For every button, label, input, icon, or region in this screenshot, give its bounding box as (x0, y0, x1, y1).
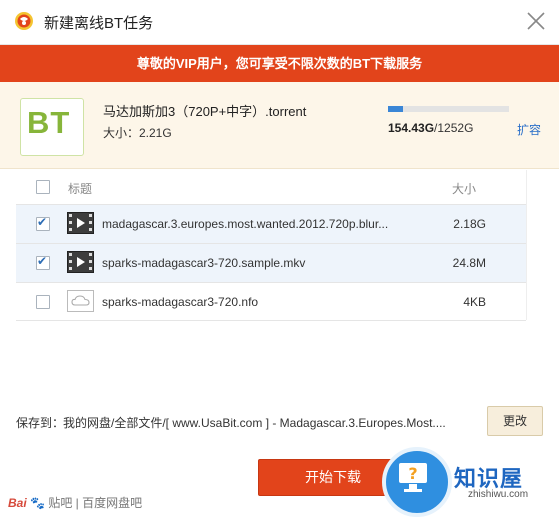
column-header-size: 大小 (452, 182, 477, 196)
file-checkbox[interactable] (36, 215, 50, 231)
question-monitor-icon: ? (382, 447, 452, 517)
file-size: 2.18G (453, 217, 486, 231)
select-all-checkbox[interactable] (36, 180, 50, 194)
file-row[interactable]: sparks-madagascar3-720.sample.mkv 24.8M (16, 243, 526, 282)
close-icon[interactable] (523, 8, 549, 34)
save-path: 我的网盘/全部文件/[ www.UsaBit.com ] - Madagasca… (63, 416, 446, 430)
file-name: madagascar.3.europes.most.wanted.2012.72… (102, 217, 389, 231)
title-bar: 新建离线BT任务 (0, 0, 559, 45)
watermark-subtitle: zhishiwu.com (468, 489, 529, 500)
file-size: 4KB (463, 295, 486, 309)
quota-progress-fill (388, 106, 403, 112)
bt-icon-text: BT (27, 105, 71, 140)
file-list-header: 标题 大小 (16, 170, 526, 202)
save-to-label: 保存到： (16, 416, 65, 430)
list-divider (16, 320, 526, 321)
baidu-netdisk-logo-icon (15, 12, 33, 30)
file-checkbox[interactable] (36, 295, 50, 309)
quota-used: 154.43G (388, 121, 435, 135)
bt-file-icon: BT (20, 98, 84, 156)
column-header-title: 标题 (68, 182, 93, 196)
file-name: sparks-madagascar3-720.sample.mkv (102, 256, 306, 270)
video-file-icon (67, 251, 94, 273)
torrent-info-panel: BT 马达加斯加3（720P+中字）.torrent 大小：2.21G 154.… (0, 82, 559, 169)
zhishiwu-watermark: ? 知识屋 zhishiwu.com (382, 447, 559, 519)
torrent-size: 大小：2.21G (103, 126, 172, 140)
file-row[interactable]: madagascar.3.europes.most.wanted.2012.72… (16, 204, 526, 243)
torrent-name: 马达加斯加3（720P+中字）.torrent (103, 104, 307, 119)
vip-banner: 尊敬的VIP用户，您可享受不限次数的BT下载服务 (0, 45, 559, 82)
file-checkbox[interactable] (36, 254, 50, 270)
baidu-brand-text: Bai (8, 496, 27, 510)
watermark-text: 贴吧 | 百度网盘吧 (48, 496, 143, 510)
svg-text:?: ? (408, 464, 417, 483)
change-path-button[interactable]: 更改 (487, 406, 543, 436)
file-size: 24.8M (452, 256, 486, 270)
file-row[interactable]: sparks-madagascar3-720.nfo 4KB (16, 282, 526, 321)
file-name: sparks-madagascar3-720.nfo (102, 295, 259, 309)
baidu-tieba-watermark: Bai 🐾 贴吧 | 百度网盘吧 (8, 494, 142, 511)
video-file-icon (67, 212, 94, 234)
expand-quota-link[interactable]: 扩容 (517, 121, 541, 138)
cloud-file-icon (67, 290, 94, 312)
quota-total: /1252G (434, 121, 474, 135)
paw-icon: 🐾 (30, 496, 45, 510)
quota-text: 154.43G/1252G (388, 121, 473, 135)
quota-progress-bar (388, 106, 509, 112)
list-scrollbar-track[interactable] (526, 170, 527, 320)
window-title: 新建离线BT任务 (44, 15, 154, 32)
